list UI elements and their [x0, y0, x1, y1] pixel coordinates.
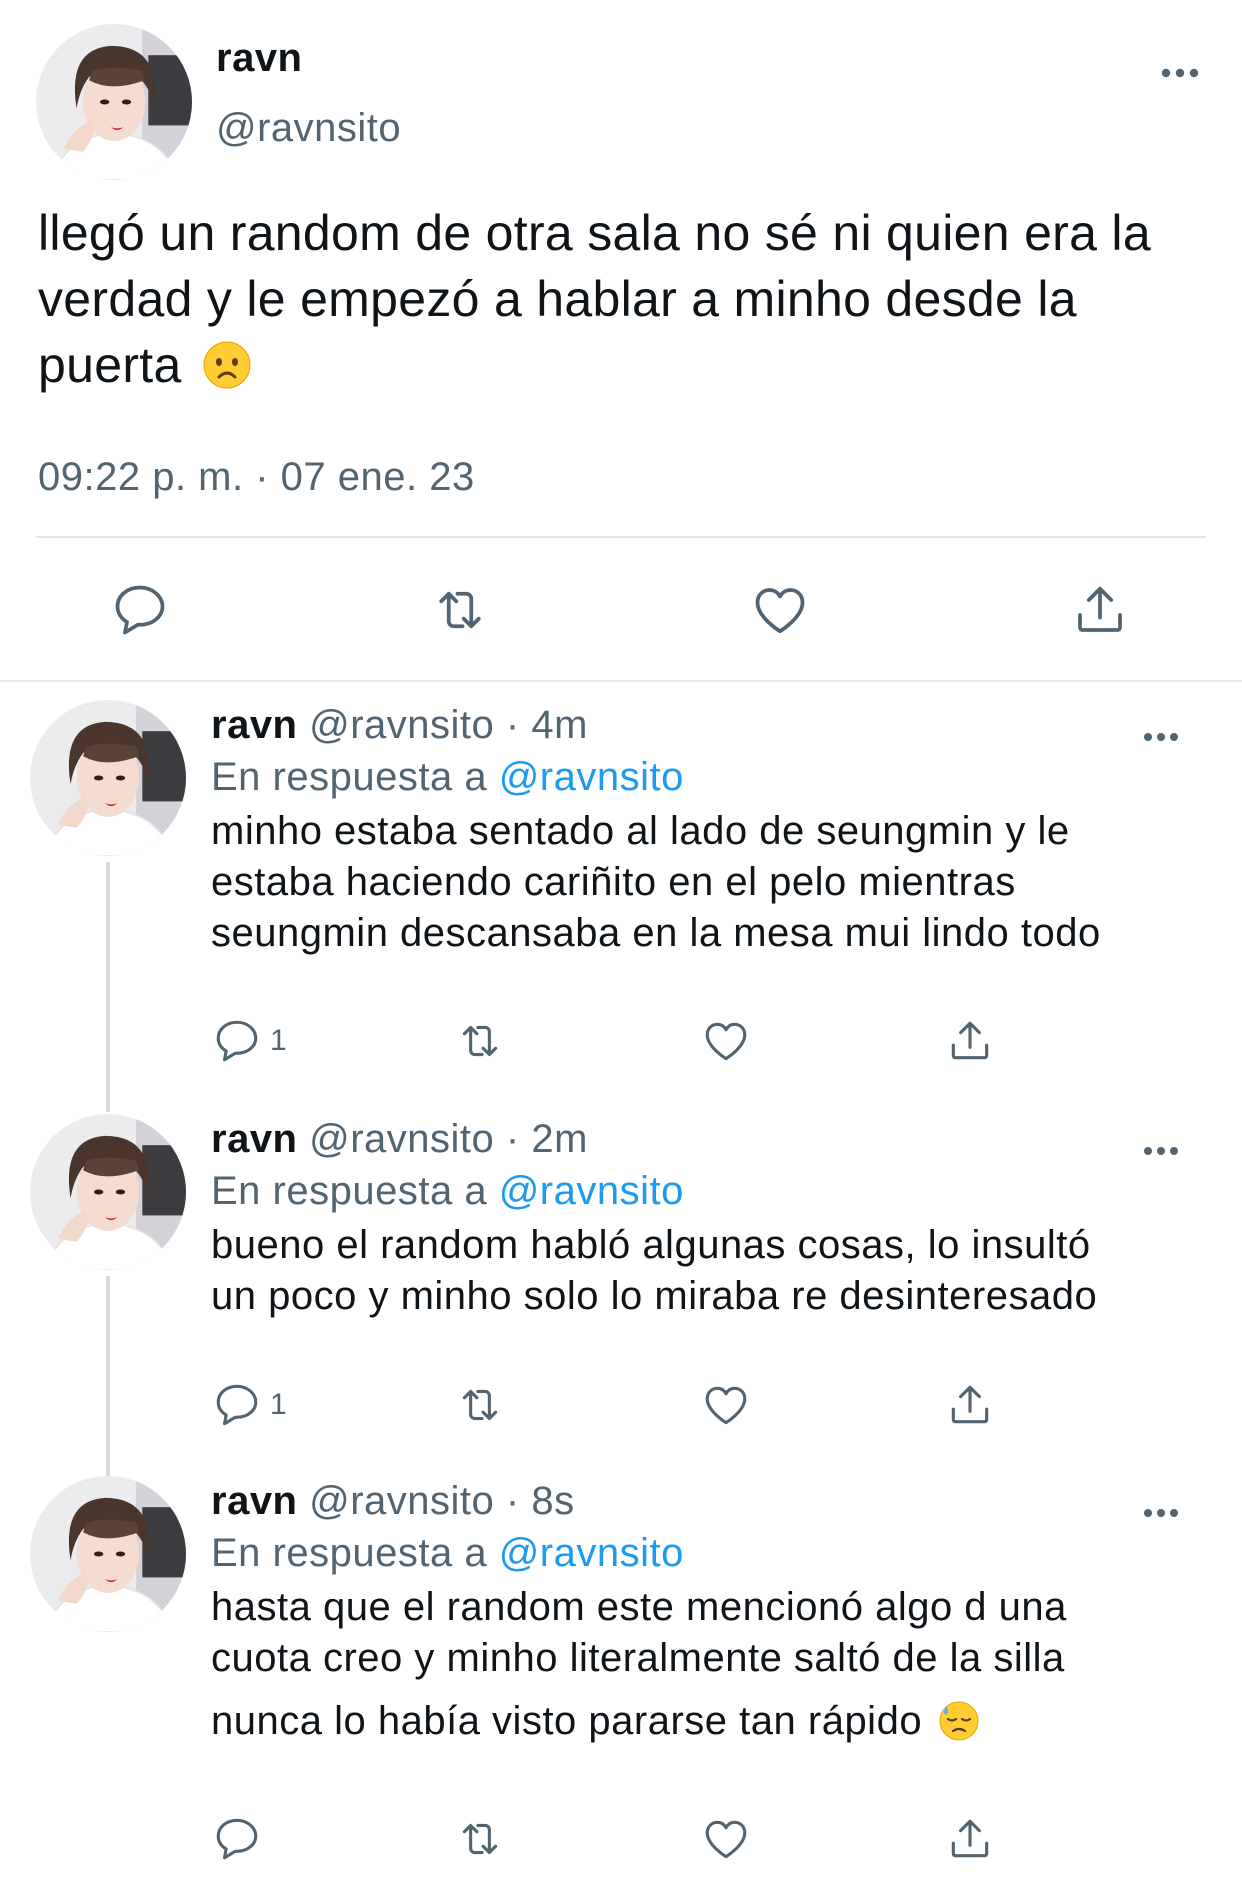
replying-to-label: En respuesta a: [211, 1169, 488, 1213]
display-name[interactable]: ravn: [211, 1117, 298, 1161]
like-icon[interactable]: [701, 1016, 751, 1066]
reply-tweet[interactable]: ravn @ravnsito · 8s En respuesta a @ravn…: [0, 1456, 1242, 1887]
tweet-line: seungmin descansaba en la mesa mui lindo…: [211, 911, 1101, 955]
like-button[interactable]: [701, 1016, 751, 1066]
tweet-text: minho estaba sentado al lado de seungmin…: [211, 806, 1211, 959]
replying-to: En respuesta a @ravnsito: [211, 1169, 684, 1214]
user-handle[interactable]: @ravnsito: [216, 106, 401, 151]
retweet-icon[interactable]: [455, 1814, 505, 1864]
display-name[interactable]: ravn: [211, 1479, 298, 1523]
more-options-icon[interactable]: [1142, 730, 1180, 748]
separator-dot: ·: [505, 703, 520, 747]
tweet-line: un poco y minho solo lo miraba re desint…: [211, 1274, 1098, 1318]
tweet-line: hasta que el random este mencionó algo d…: [211, 1585, 1067, 1629]
reply-icon[interactable]: [212, 1814, 262, 1864]
tweet-line-wrapper: nunca lo había visto pararse tan rápido: [211, 1696, 1211, 1747]
tweet-line: estaba haciendo cariñito en el pelo mien…: [211, 860, 1016, 904]
more-options-icon[interactable]: [1142, 1506, 1180, 1524]
reply-tweet[interactable]: ravn @ravnsito · 2m En respuesta a @ravn…: [0, 1094, 1242, 1456]
reply-count: 1: [270, 1024, 287, 1057]
replying-to-handle[interactable]: @ravnsito: [499, 1531, 684, 1575]
main-tweet: ravn @ravnsito llegó un random de otra s…: [0, 0, 1242, 680]
worried-face-emoji: [202, 340, 252, 390]
tweet-line: nunca lo había visto pararse tan rápido: [211, 1699, 923, 1743]
tweet-line: bueno el random habló algunas cosas, lo …: [211, 1223, 1091, 1267]
divider: [36, 536, 1206, 538]
like-icon[interactable]: [750, 580, 810, 640]
replying-to-handle[interactable]: @ravnsito: [499, 1169, 684, 1213]
tweet-text: bueno el random habló algunas cosas, lo …: [211, 1220, 1211, 1322]
retweet-icon[interactable]: [455, 1380, 505, 1430]
more-options-icon[interactable]: [1142, 1144, 1180, 1162]
retweet-button[interactable]: [455, 1814, 505, 1864]
reply-button[interactable]: 1: [212, 1380, 287, 1430]
reply-tweet[interactable]: ravn @ravnsito · 4m En respuesta a @ravn…: [0, 680, 1242, 1094]
reply-count: 1: [270, 1388, 287, 1421]
replying-to: En respuesta a @ravnsito: [211, 755, 684, 800]
user-handle[interactable]: @ravnsito: [309, 1117, 494, 1161]
share-icon[interactable]: [945, 1016, 995, 1066]
like-button[interactable]: [701, 1814, 751, 1864]
replying-to-handle[interactable]: @ravnsito: [499, 755, 684, 799]
reply-icon[interactable]: [212, 1016, 262, 1066]
share-button[interactable]: [945, 1814, 995, 1864]
more-options-icon[interactable]: [1160, 66, 1200, 84]
retweet-button[interactable]: [455, 1380, 505, 1430]
reply-header: ravn @ravnsito · 2m: [211, 1117, 588, 1162]
tweet-line: cuota creo y minho literalmente saltó de…: [211, 1636, 1065, 1680]
reply-header: ravn @ravnsito · 4m: [211, 703, 588, 748]
reply-icon[interactable]: [212, 1380, 262, 1430]
avatar[interactable]: [30, 1114, 186, 1270]
tweet-text: llegó un random de otra sala no sé ni qu…: [38, 200, 1208, 398]
reply-button[interactable]: 1: [212, 1016, 287, 1066]
tweet-timestamp[interactable]: 09:22 p. m. · 07 ene. 23: [38, 455, 475, 500]
avatar[interactable]: [30, 700, 186, 856]
retweet-icon[interactable]: [430, 580, 490, 640]
display-name[interactable]: ravn: [211, 703, 298, 747]
share-icon[interactable]: [1070, 580, 1130, 640]
retweet-button[interactable]: [455, 1016, 505, 1066]
user-handle[interactable]: @ravnsito: [309, 703, 494, 747]
replying-to: En respuesta a @ravnsito: [211, 1531, 684, 1576]
reply-time[interactable]: 8s: [531, 1479, 574, 1523]
action-bar: 1: [0, 1016, 1242, 1072]
display-name[interactable]: ravn: [216, 36, 303, 81]
downcast-sweat-face-emoji: [938, 1700, 980, 1742]
avatar[interactable]: [30, 1476, 186, 1632]
tweet-text: hasta que el random este mencionó algo d…: [211, 1582, 1211, 1747]
avatar[interactable]: [36, 24, 192, 180]
replying-to-label: En respuesta a: [211, 1531, 488, 1575]
tweet-line: minho estaba sentado al lado de seungmin…: [211, 809, 1070, 853]
action-bar: [0, 1814, 1242, 1870]
reply-time[interactable]: 2m: [531, 1117, 588, 1161]
share-button[interactable]: [945, 1016, 995, 1066]
separator-dot: ·: [505, 1117, 520, 1161]
share-icon[interactable]: [945, 1380, 995, 1430]
retweet-icon[interactable]: [455, 1016, 505, 1066]
reply-button[interactable]: [212, 1814, 270, 1864]
user-handle[interactable]: @ravnsito: [309, 1479, 494, 1523]
action-bar: 1: [0, 1380, 1242, 1436]
reply-header: ravn @ravnsito · 8s: [211, 1479, 575, 1524]
share-icon[interactable]: [945, 1814, 995, 1864]
share-button[interactable]: [945, 1380, 995, 1430]
reply-time[interactable]: 4m: [531, 703, 588, 747]
like-icon[interactable]: [701, 1380, 751, 1430]
separator-dot: ·: [505, 1479, 520, 1523]
reply-icon[interactable]: [110, 580, 170, 640]
like-icon[interactable]: [701, 1814, 751, 1864]
like-button[interactable]: [701, 1380, 751, 1430]
replying-to-label: En respuesta a: [211, 755, 488, 799]
